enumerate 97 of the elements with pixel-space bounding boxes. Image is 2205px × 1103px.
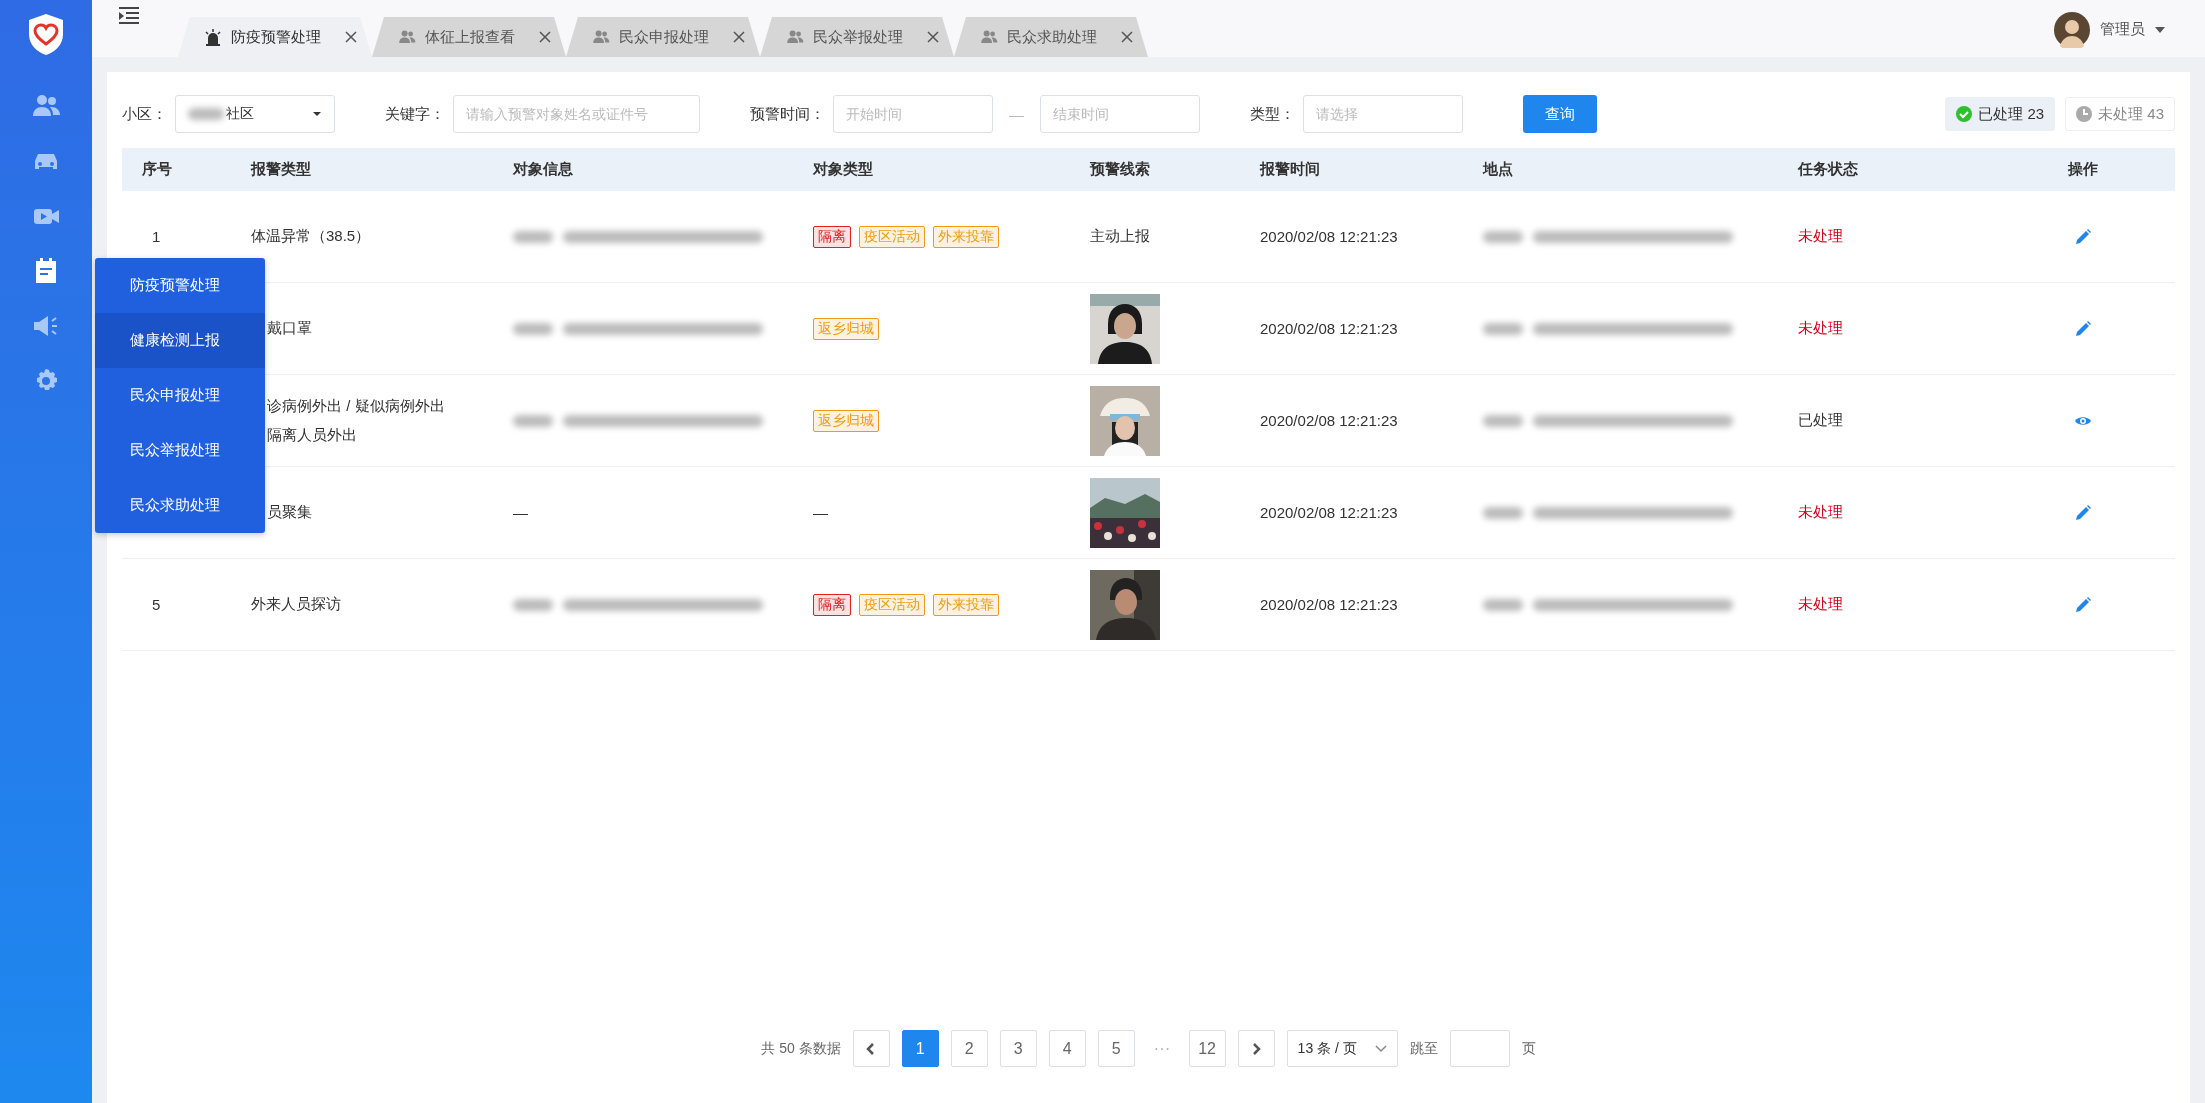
menu-item[interactable]: 民众求助处理	[95, 478, 265, 533]
column-header: 地点	[1463, 148, 1778, 191]
column-header: 报警时间	[1240, 148, 1463, 191]
status-filter[interactable]: 已处理 23	[1945, 97, 2056, 131]
field-label: 小区：	[122, 104, 167, 124]
field-label: 关键字：	[385, 104, 445, 124]
field-label: 类型：	[1250, 104, 1295, 124]
status-text: 未处理	[1798, 227, 1843, 246]
search-button[interactable]: 查询	[1523, 95, 1597, 133]
page-jump-field[interactable]	[1449, 1030, 1510, 1067]
chevron-down-icon	[1374, 1044, 1387, 1053]
column-header: 序号	[122, 148, 231, 191]
column-header: 操作	[1990, 148, 2175, 191]
tag: 隔离	[813, 225, 851, 248]
page-button[interactable]: 1	[901, 1030, 939, 1067]
page-button[interactable]: 2	[950, 1030, 988, 1067]
logo-icon	[26, 12, 66, 56]
cell-text: 2020/02/08 12:21:23	[1260, 412, 1398, 429]
page-button[interactable]: 12	[1188, 1030, 1226, 1067]
alarm-type-text: 诊病例外出 / 疑似病例外出	[267, 396, 445, 416]
edit-icon[interactable]	[2073, 503, 2092, 522]
column-header: 预警线索	[1070, 148, 1240, 191]
row-number: 1	[152, 228, 161, 245]
tab[interactable]: 防疫预警处理	[178, 17, 372, 57]
tab[interactable]: 体征上报查看	[372, 17, 566, 57]
cell-text: —	[513, 504, 528, 521]
page-button[interactable]: 4	[1048, 1030, 1086, 1067]
close-icon[interactable]	[1120, 30, 1134, 44]
menu-item[interactable]: 民众举报处理	[95, 423, 265, 478]
jump-label: 跳至	[1409, 1039, 1438, 1058]
column-header: 对象类型	[793, 148, 1070, 191]
status-filter[interactable]: 未处理 43	[2065, 97, 2175, 131]
close-icon[interactable]	[344, 30, 358, 44]
status-text: 未处理	[1798, 503, 1843, 522]
alarm-type-text: 外来人员探访	[251, 595, 341, 614]
users-icon	[786, 28, 804, 46]
cell-text: 2020/02/08 12:21:23	[1260, 228, 1398, 245]
column-header: 任务状态	[1778, 148, 1990, 191]
alarm-light-icon	[204, 28, 222, 46]
tag: 外来投靠	[933, 225, 999, 248]
close-icon[interactable]	[732, 30, 746, 44]
close-icon[interactable]	[538, 30, 552, 44]
cell-text: 2020/02/08 12:21:23	[1260, 504, 1398, 521]
alarm-type-text: 员聚集	[267, 503, 312, 522]
caret-icon	[312, 110, 322, 118]
close-icon[interactable]	[926, 30, 940, 44]
cell-text: 2020/02/08 12:21:23	[1260, 596, 1398, 613]
edit-icon[interactable]	[2073, 319, 2092, 338]
check-circle-icon	[1956, 106, 1973, 122]
total-count: 共 50 条数据	[761, 1039, 841, 1058]
row-number: 5	[152, 596, 161, 613]
users-icon	[980, 28, 998, 46]
column-header: 报警类型	[231, 148, 493, 191]
type-select[interactable]: 请选择	[1303, 95, 1463, 133]
field-label: 预警时间：	[750, 104, 825, 124]
previous-page-button[interactable]	[852, 1030, 890, 1067]
alarm-type-text: 戴口罩	[267, 319, 312, 338]
tag: 隔离	[813, 593, 851, 616]
caret-icon[interactable]	[2155, 25, 2165, 34]
tag: 返乡归城	[813, 317, 879, 340]
tag: 疫区活动	[859, 225, 925, 248]
start-time-field[interactable]: 开始时间	[833, 95, 993, 133]
users-icon	[592, 28, 610, 46]
tag: 外来投靠	[933, 593, 999, 616]
page-suffix: 页	[1521, 1039, 1536, 1058]
column-header: 对象信息	[493, 148, 793, 191]
alarm-type-text: 体温异常（38.5）	[251, 227, 371, 246]
separator: —	[1009, 105, 1024, 123]
tab[interactable]: 民众求助处理	[954, 17, 1148, 57]
users-icon	[398, 28, 416, 46]
menu-item[interactable]: 防疫预警处理	[95, 258, 265, 313]
end-time-field[interactable]: 结束时间	[1040, 95, 1200, 133]
status-text: 未处理	[1798, 319, 1843, 338]
menu-item[interactable]: 民众申报处理	[95, 368, 265, 423]
tag: 疫区活动	[859, 593, 925, 616]
edit-icon[interactable]	[2073, 595, 2092, 614]
cell-text: —	[813, 504, 828, 521]
keyword-field[interactable]: 请输入预警对象姓名或证件号	[453, 95, 700, 133]
tab[interactable]: 民众申报处理	[566, 17, 760, 57]
status-text: 未处理	[1798, 595, 1843, 614]
page-button[interactable]: 5	[1097, 1030, 1135, 1067]
community-select[interactable]: 社区	[175, 95, 335, 133]
user-name[interactable]: 管理员	[2100, 20, 2145, 39]
status-text: 已处理	[1798, 411, 1843, 430]
page-button[interactable]: 3	[999, 1030, 1037, 1067]
page-size-select[interactable]: 13 条 / 页	[1286, 1030, 1398, 1067]
next-page-button[interactable]	[1237, 1030, 1275, 1067]
avatar	[2054, 11, 2090, 48]
clock-icon	[2076, 106, 2093, 122]
edit-icon[interactable]	[2073, 227, 2092, 246]
cell-text: 2020/02/08 12:21:23	[1260, 320, 1398, 337]
alarm-type-text: 隔离人员外出	[267, 425, 358, 445]
tag: 返乡归城	[813, 409, 879, 432]
cell-text: 主动上报	[1090, 227, 1150, 246]
tab[interactable]: 民众举报处理	[760, 17, 954, 57]
menu-item[interactable]: 健康检测上报	[95, 313, 265, 368]
menu-toggle-icon[interactable]	[118, 4, 140, 27]
